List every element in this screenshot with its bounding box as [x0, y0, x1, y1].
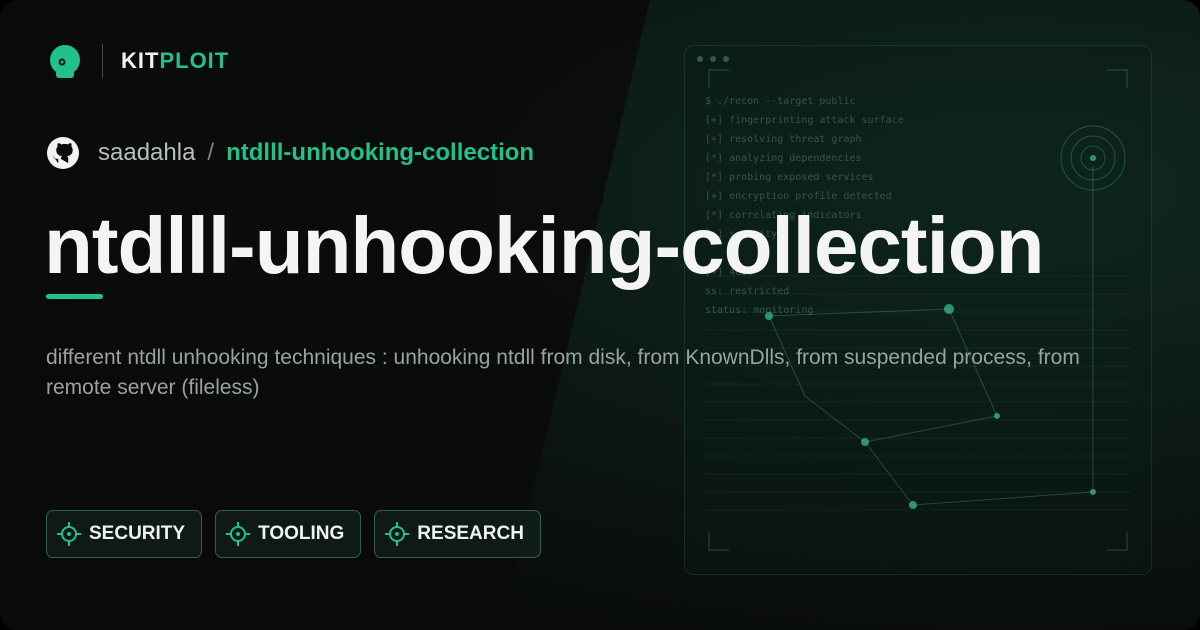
- tag-list: SECURITY TOOLING RESEARCH: [46, 510, 541, 558]
- crosshair-icon: [57, 522, 81, 546]
- brand-name: KITPLOIT: [121, 48, 230, 73]
- repo-breadcrumb[interactable]: saadahla / ntdlll-unhooking-collection: [46, 136, 534, 170]
- tag-security[interactable]: SECURITY: [46, 510, 203, 558]
- repo-owner[interactable]: saadahla: [98, 139, 195, 167]
- repo-description: different ntdll unhooking techniques : u…: [46, 346, 1080, 399]
- title-underline: [46, 294, 103, 299]
- page-title: ntdlll-unhooking-collection: [44, 201, 1045, 290]
- breadcrumb-separator: /: [207, 139, 215, 166]
- github-icon: [47, 137, 79, 169]
- kitploit-logo[interactable]: KITPLOIT: [46, 42, 229, 80]
- repo-name[interactable]: ntdlll-unhooking-collection: [226, 139, 534, 167]
- tag-label: RESEARCH: [417, 523, 524, 544]
- kitploit-mascot-icon: [50, 45, 80, 78]
- terminal-panel: $ ./recon --target public [+] fingerprin…: [684, 45, 1152, 575]
- tag-label: TOOLING: [258, 523, 345, 544]
- preview-card: $ ./recon --target public [+] fingerprin…: [0, 0, 1200, 630]
- tag-label: SECURITY: [89, 523, 186, 544]
- tag-tooling[interactable]: TOOLING: [215, 510, 362, 558]
- crosshair-icon: [385, 522, 410, 546]
- logo-divider: [102, 44, 103, 78]
- tag-research[interactable]: RESEARCH: [374, 510, 541, 558]
- crosshair-icon: [226, 522, 251, 546]
